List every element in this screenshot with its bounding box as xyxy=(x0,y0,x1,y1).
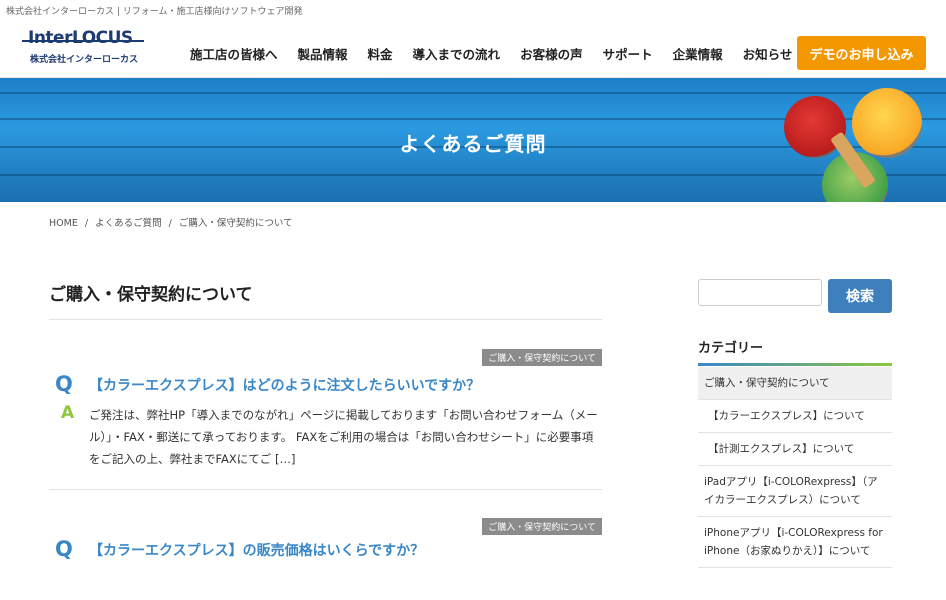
category-list: ご購入・保守契約について 【カラーエクスプレス】について 【計測エクスプレス】に… xyxy=(698,367,892,568)
category-item-measure-express[interactable]: 【計測エクスプレス】について xyxy=(698,433,892,466)
breadcrumb-separator: / xyxy=(84,218,89,229)
nav-item-news[interactable]: お知らせ xyxy=(743,44,793,63)
breadcrumb-home-link[interactable]: HOME xyxy=(49,218,78,229)
wood-plank-line xyxy=(0,92,946,94)
nav-item-company[interactable]: 企業情報 xyxy=(673,44,723,63)
faq-question-link[interactable]: 【カラーエクスプレス】の販売価格はいくらですか？ xyxy=(89,540,424,560)
question-mark-label: Q xyxy=(55,537,73,561)
category-item-ipad-app[interactable]: iPadアプリ【i-COLORexpress】（アイカラーエクスプレス）について xyxy=(698,466,892,517)
faq-answer-excerpt: ご発注は、弊社HP「導入までのながれ」ページに掲載しております「お問い合わせフォ… xyxy=(89,408,598,466)
search-input[interactable] xyxy=(698,279,822,306)
logo-wordmark: InterLOCUS xyxy=(28,28,133,48)
search-button[interactable]: 検索 xyxy=(828,279,892,313)
breadcrumb-faq-link[interactable]: よくあるご質問 xyxy=(95,218,162,229)
nav-item-pricing[interactable]: 料金 xyxy=(368,44,393,63)
wood-plank-line xyxy=(0,174,946,176)
question-mark-label: Q xyxy=(55,372,73,396)
site-header: 株式会社インターローカス | リフォーム・施工店様向けソフトウェア開発 Inte… xyxy=(0,0,946,78)
nav-item-contractors[interactable]: 施工店の皆様へ xyxy=(190,44,278,63)
page-title: ご購入・保守契約について xyxy=(49,280,602,320)
site-logo[interactable]: InterLOCUS 株式会社インターローカス xyxy=(22,28,152,66)
demo-request-button[interactable]: デモのお申し込み xyxy=(797,36,926,70)
breadcrumb: HOME / よくあるご質問 / ご購入・保守契約について xyxy=(49,215,297,229)
main-content: ご購入・保守契約について ご購入・保守契約について Q 【カラーエクスプレス】は… xyxy=(49,280,602,600)
nav-item-testimonials[interactable]: お客様の声 xyxy=(520,44,583,63)
nav-item-onboarding-flow[interactable]: 導入までの流れ xyxy=(413,44,501,63)
category-item-color-express[interactable]: 【カラーエクスプレス】について xyxy=(698,400,892,433)
breadcrumb-separator: / xyxy=(168,218,172,229)
hero-title: よくあるご質問 xyxy=(399,132,547,156)
site-tagline: 株式会社インターローカス | リフォーム・施工店様向けソフトウェア開発 xyxy=(6,7,303,17)
logo-company-name: 株式会社インターローカス xyxy=(30,55,139,65)
nav-item-support[interactable]: サポート xyxy=(603,44,653,63)
faq-item: ご購入・保守契約について Q 【カラーエクスプレス】はどのように注文したらいいで… xyxy=(49,320,602,490)
category-heading: カテゴリー xyxy=(698,341,764,356)
category-item-purchase[interactable]: ご購入・保守契約について xyxy=(698,367,892,400)
faq-item: ご購入・保守契約について Q 【カラーエクスプレス】の販売価格はいくらですか？ xyxy=(49,490,602,600)
hero-banner: よくあるご質問 xyxy=(0,78,946,202)
nav-item-products[interactable]: 製品情報 xyxy=(298,44,348,63)
category-heading-rule xyxy=(698,363,892,366)
breadcrumb-current: ご購入・保守契約について xyxy=(178,218,293,229)
main-nav: 施工店の皆様へ 製品情報 料金 導入までの流れ お客様の声 サポート 企業情報 … xyxy=(190,44,812,63)
category-badge[interactable]: ご購入・保守契約について xyxy=(482,518,602,535)
category-item-iphone-app[interactable]: iPhoneアプリ【i-COLORexpress for iPhone（お家ぬり… xyxy=(698,517,892,568)
answer-mark-label: A xyxy=(61,403,75,423)
faq-question-link[interactable]: 【カラーエクスプレス】はどのように注文したらいいですか？ xyxy=(89,375,480,395)
category-badge[interactable]: ご購入・保守契約について xyxy=(482,349,602,366)
